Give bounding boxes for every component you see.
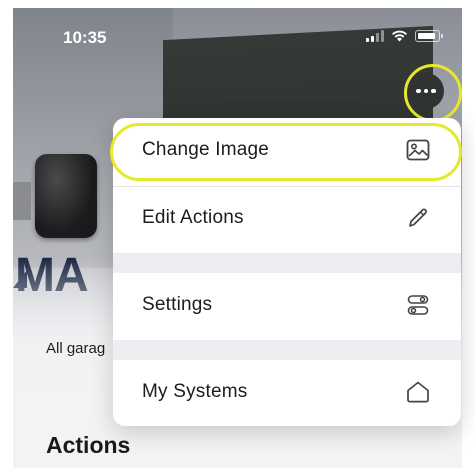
change-image-highlight	[110, 123, 462, 181]
home-icon	[404, 378, 432, 406]
more-options-button[interactable]	[408, 73, 444, 109]
menu-item-label: Settings	[142, 294, 213, 315]
section-title-actions: Actions	[46, 432, 131, 458]
photo-charger-mount	[13, 182, 31, 220]
menu-item-my-systems[interactable]: My Systems	[113, 360, 461, 424]
status-bar: 10:35	[13, 8, 462, 50]
ellipsis-icon-dot	[416, 88, 421, 94]
cellular-signal-icon	[366, 30, 384, 42]
menu-section-gap	[113, 340, 461, 360]
pencil-icon	[404, 204, 432, 232]
battery-icon	[415, 30, 443, 42]
ellipsis-icon-dot	[423, 88, 429, 94]
menu-item-label: Edit Actions	[142, 207, 244, 228]
menu-item-label: My Systems	[142, 381, 248, 402]
menu-item-edit-actions[interactable]: Edit Actions	[113, 186, 461, 250]
photo-charger	[35, 154, 97, 238]
status-icons	[366, 30, 443, 42]
wifi-icon	[392, 30, 407, 42]
ellipsis-icon-dot	[431, 88, 436, 94]
status-time: 10:35	[63, 28, 107, 47]
toggles-icon	[404, 291, 432, 319]
menu-item-settings[interactable]: Settings	[113, 273, 461, 337]
system-caption: All garag	[46, 340, 106, 357]
menu-section-gap	[113, 253, 461, 273]
